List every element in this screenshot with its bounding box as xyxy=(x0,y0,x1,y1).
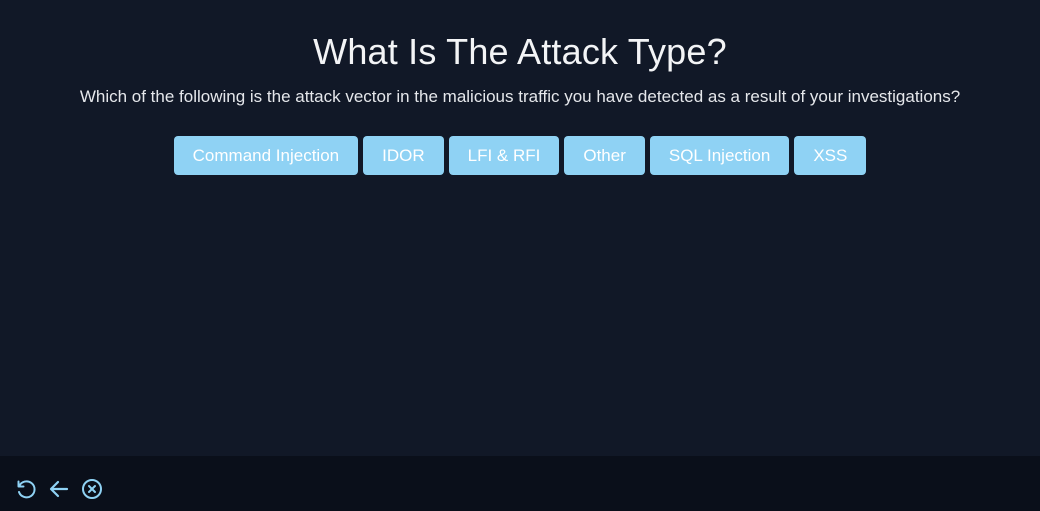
back-arrow-icon xyxy=(49,480,69,498)
option-sql-injection-button[interactable]: SQL Injection xyxy=(649,136,790,175)
option-lfi-rfi-button[interactable]: LFI & RFI xyxy=(448,136,560,175)
option-xss-button[interactable]: XSS xyxy=(794,136,867,175)
quiz-title: What Is The Attack Type? xyxy=(313,31,727,72)
close-button[interactable] xyxy=(80,477,104,501)
refresh-button[interactable] xyxy=(14,477,38,501)
quiz-panel: What Is The Attack Type? Which of the fo… xyxy=(0,0,1040,456)
option-idor-button[interactable]: IDOR xyxy=(363,136,444,175)
option-other-button[interactable]: Other xyxy=(564,136,645,175)
back-button[interactable] xyxy=(47,477,71,501)
close-circle-icon xyxy=(82,479,102,499)
quiz-question: Which of the following is the attack vec… xyxy=(79,87,961,106)
bottom-control-bar xyxy=(0,456,1040,511)
option-command-injection-button[interactable]: Command Injection xyxy=(173,136,359,175)
footer-controls xyxy=(14,477,104,501)
answer-options: Command Injection IDOR LFI & RFI Other S… xyxy=(0,136,1040,175)
refresh-icon xyxy=(17,480,36,499)
